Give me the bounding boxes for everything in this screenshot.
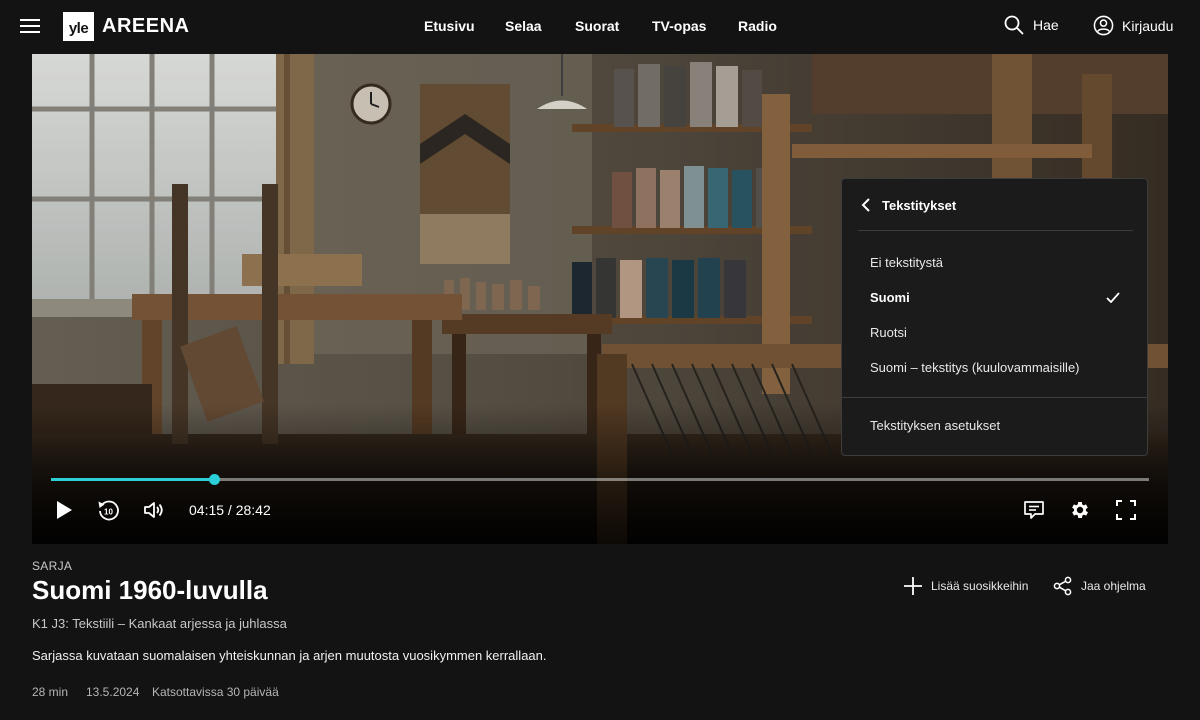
yle-logo: yle bbox=[63, 12, 94, 41]
share-icon bbox=[1053, 576, 1072, 596]
subtitle-option-swedish[interactable]: Ruotsi bbox=[842, 317, 1147, 349]
chevron-left-icon bbox=[861, 198, 870, 212]
subtitle-option-label: Ei tekstitystä bbox=[870, 255, 943, 270]
login-button[interactable]: Kirjaudu bbox=[1093, 15, 1173, 36]
plus-icon bbox=[904, 577, 922, 595]
gear-icon bbox=[1072, 502, 1088, 518]
subtitle-option-none[interactable]: Ei tekstitystä bbox=[842, 247, 1147, 279]
subtitle-settings-link[interactable]: Tekstityksen asetukset bbox=[842, 410, 1147, 442]
settings-button[interactable] bbox=[1068, 498, 1092, 522]
nav-item-tv-opas[interactable]: TV-opas bbox=[652, 18, 706, 34]
subtitle-option-label: Suomi – tekstitys (kuulovammaisille) bbox=[870, 360, 1080, 375]
subtitle-option-label: Ruotsi bbox=[870, 325, 907, 340]
top-navigation-bar: yle AREENA Etusivu Selaa Suorat TV-opas … bbox=[0, 0, 1200, 54]
program-date: 13.5.2024 bbox=[86, 685, 140, 699]
rewind-10-icon: 10 bbox=[98, 500, 119, 521]
checkmark-icon bbox=[1106, 292, 1120, 303]
progress-handle[interactable] bbox=[208, 474, 220, 485]
add-favorite-label: Lisää suosikkeihin bbox=[931, 579, 1029, 593]
nav-item-selaa[interactable]: Selaa bbox=[505, 18, 542, 34]
subtitles-menu-back[interactable]: Tekstitykset bbox=[842, 179, 1147, 231]
share-button[interactable]: Jaa ohjelma bbox=[1053, 576, 1146, 596]
divider bbox=[842, 397, 1147, 398]
subtitles-button[interactable] bbox=[1022, 498, 1046, 522]
program-type: SARJA bbox=[32, 559, 73, 573]
fullscreen-icon bbox=[1116, 500, 1136, 520]
progress-fill bbox=[51, 478, 214, 481]
subtitle-option-finnish-hoh[interactable]: Suomi – tekstitys (kuulovammaisille) bbox=[842, 352, 1147, 384]
divider bbox=[858, 230, 1133, 231]
program-description: Sarjassa kuvataan suomalaisen yhteiskunn… bbox=[32, 648, 547, 663]
yle-areena-logo[interactable]: yle AREENA bbox=[63, 12, 189, 41]
playback-time: 04:15 / 28:42 bbox=[189, 502, 271, 518]
fullscreen-button[interactable] bbox=[1114, 498, 1138, 522]
share-label: Jaa ohjelma bbox=[1081, 579, 1146, 593]
rewind-10-button[interactable]: 10 bbox=[96, 498, 120, 522]
subtitles-menu-title: Tekstitykset bbox=[882, 198, 957, 213]
program-availability: Katsottavissa 30 päivää bbox=[152, 685, 279, 699]
program-duration: 28 min bbox=[32, 685, 69, 699]
login-label: Kirjaudu bbox=[1122, 17, 1174, 34]
subtitle-option-finnish[interactable]: Suomi bbox=[842, 282, 1147, 314]
play-icon bbox=[57, 501, 72, 519]
subtitle-settings-label: Tekstityksen asetukset bbox=[870, 418, 1001, 433]
volume-button[interactable] bbox=[142, 498, 166, 522]
progress-bar[interactable] bbox=[51, 474, 1149, 485]
subtitles-icon bbox=[1024, 501, 1044, 519]
subtitle-option-label: Suomi bbox=[870, 290, 910, 305]
user-icon bbox=[1093, 15, 1114, 36]
search-button[interactable]: Hae bbox=[1004, 15, 1059, 35]
episode-title: K1 J3: Tekstiili – Kankaat arjessa ja ju… bbox=[32, 616, 287, 631]
menu-icon[interactable] bbox=[20, 17, 40, 35]
nav-item-suorat[interactable]: Suorat bbox=[575, 18, 619, 34]
rewind-seconds-label: 10 bbox=[104, 508, 113, 517]
areena-wordmark: AREENA bbox=[102, 15, 190, 37]
subtitles-menu: Tekstitykset Ei tekstitystä Suomi Ruotsi… bbox=[841, 178, 1148, 456]
add-favorite-button[interactable]: Lisää suosikkeihin bbox=[903, 576, 1028, 596]
nav-item-etusivu[interactable]: Etusivu bbox=[424, 18, 475, 34]
search-icon bbox=[1004, 15, 1024, 35]
play-button[interactable] bbox=[52, 498, 76, 522]
nav-item-radio[interactable]: Radio bbox=[738, 18, 777, 34]
program-title: Suomi 1960-luvulla bbox=[32, 575, 268, 605]
search-label: Hae bbox=[1033, 17, 1059, 33]
volume-icon bbox=[144, 502, 163, 518]
